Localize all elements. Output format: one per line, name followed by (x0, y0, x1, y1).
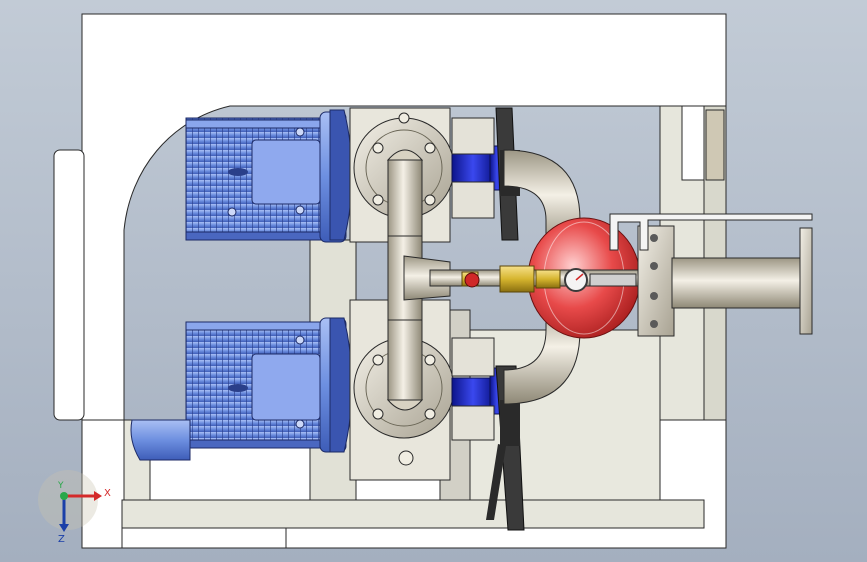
motor-lower[interactable] (130, 317, 353, 461)
frame-side-stub (53, 149, 85, 421)
triad-y-label: Y (57, 481, 64, 491)
motor-upper-terminal-box (251, 139, 321, 205)
outlet-flange (799, 227, 813, 335)
check-valve-upper[interactable] (451, 117, 505, 219)
motor-upper[interactable] (185, 109, 353, 243)
cad-viewport[interactable]: X Y Z (0, 0, 867, 562)
pressure-switch (499, 265, 535, 293)
drain-plug (398, 450, 414, 466)
triad-z-label: Z (58, 534, 65, 545)
triad-x-label: X (104, 488, 111, 499)
frame-bottom-rail (121, 499, 705, 529)
red-handwheel[interactable] (464, 272, 480, 288)
motor-lower-fan-cover (130, 419, 191, 461)
frame-right-block (681, 105, 705, 181)
frame-right-block-2 (705, 109, 725, 181)
motor-lower-terminal-box (251, 353, 321, 421)
